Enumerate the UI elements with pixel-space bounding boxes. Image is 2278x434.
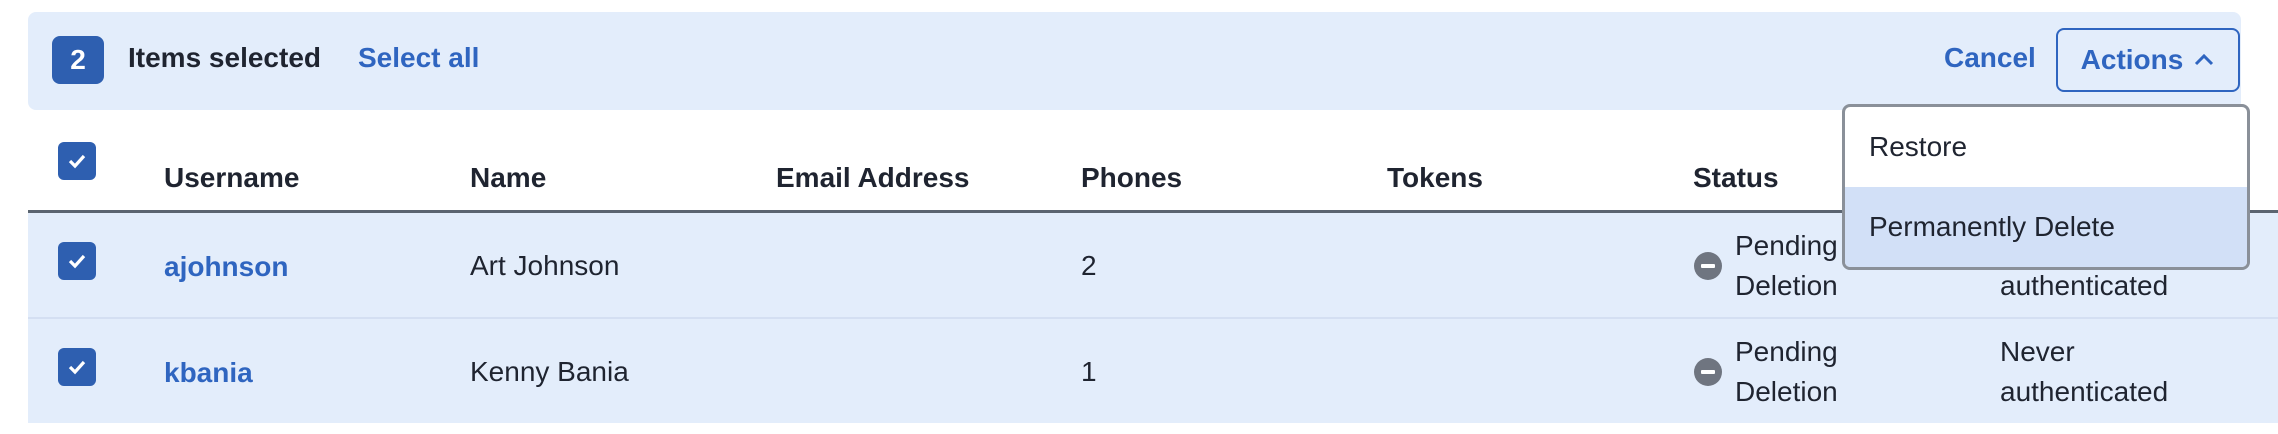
column-header-phones[interactable]: Phones [1081,162,1182,194]
last-auth-line-1: Never [2000,336,2075,367]
check-icon [68,360,86,375]
status-line-2: Deletion [1735,376,1838,407]
cancel-button[interactable]: Cancel [1944,42,2036,74]
last-auth-line-2: authenticated [2000,376,2169,407]
column-header-tokens[interactable]: Tokens [1387,162,1483,194]
status-line-1: Pending [1735,336,1838,367]
column-header-email[interactable]: Email Address [776,162,969,194]
menu-item-permanently-delete[interactable]: Permanently Delete [1845,187,2247,267]
username-link[interactable]: kbania [164,357,253,389]
minus-circle-icon [1694,252,1722,280]
selected-count-badge: 2 [52,36,104,84]
last-auth-line-2: authenticated [2000,270,2169,301]
name-cell: Kenny Bania [470,356,629,387]
actions-button[interactable]: Actions [2056,28,2240,92]
username-link[interactable]: ajohnson [164,251,288,283]
column-header-username[interactable]: Username [164,162,299,194]
items-selected-label: Items selected [128,42,321,73]
select-all-link[interactable]: Select all [358,42,479,74]
row-checkbox[interactable] [58,242,96,280]
phones-cell: 2 [1081,250,1097,281]
select-all-checkbox[interactable] [58,142,96,180]
column-header-status[interactable]: Status [1693,162,1779,194]
minus-circle-icon [1694,358,1722,386]
phones-cell: 1 [1081,356,1097,387]
actions-button-label: Actions [2080,44,2184,75]
check-icon [68,154,86,169]
status-line-1: Pending [1735,230,1838,261]
name-cell: Art Johnson [470,250,620,281]
actions-dropdown-menu: Restore Permanently Delete [1842,104,2250,270]
table-row [28,319,2278,423]
chevron-up-icon [2195,53,2214,66]
status-cell: Pending Deletion [1735,332,1838,412]
status-cell: Pending Deletion [1735,226,1838,306]
check-icon [68,254,86,269]
row-checkbox[interactable] [58,348,96,386]
column-header-name[interactable]: Name [470,162,546,194]
status-line-2: Deletion [1735,270,1838,301]
last-auth-cell: Never authenticated [2000,332,2168,412]
menu-item-restore[interactable]: Restore [1845,107,2247,187]
